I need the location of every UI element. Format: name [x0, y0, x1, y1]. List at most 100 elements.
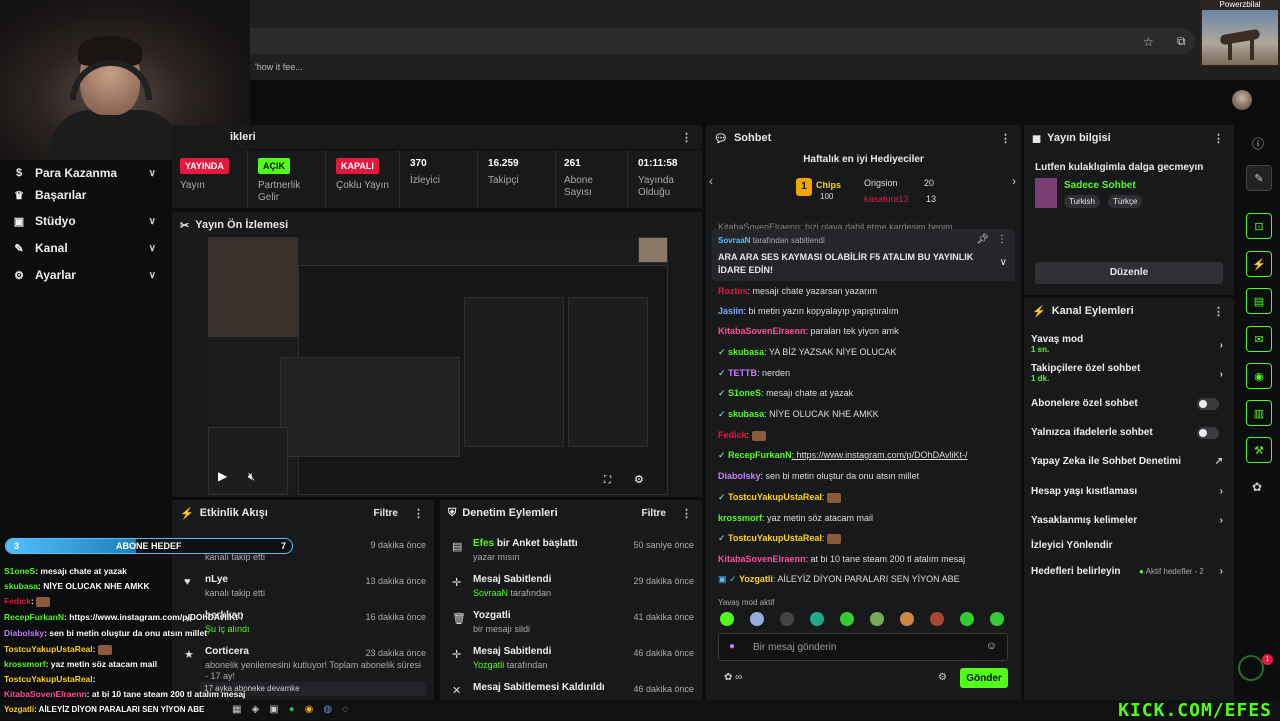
action-goals[interactable]: Hedefleri belirleyin ● Aktif hedefler - 2… [1031, 566, 1227, 577]
stream-info-panel: ◼ Yayın bilgisi ⋮ Lutfen kulaklıgimla dalg… [1024, 125, 1234, 295]
send-button[interactable]: Gönder [960, 668, 1008, 688]
avatar[interactable] [1232, 90, 1252, 110]
mute-icon[interactable]: 🔇︎ [248, 471, 255, 484]
settings-icon[interactable]: ⚙ [634, 473, 644, 486]
wrench-icon[interactable]: ⚒ [1246, 437, 1272, 463]
action-followers-only[interactable]: Takipçilere özel sohbet 1 dk. › [1031, 363, 1227, 383]
action-banned-words[interactable]: Yasaklanmış kelimeler › [1031, 515, 1227, 526]
emote-icon[interactable] [930, 612, 944, 626]
dashboard-topbar [250, 80, 1280, 122]
channel-icon: ✎ [14, 242, 24, 255]
chat-icon[interactable]: ✉ [1246, 326, 1272, 352]
bookmark-item[interactable]: 'how it fee... [255, 62, 303, 72]
play-icon[interactable]: ▶ [218, 469, 227, 483]
nav-item-ayarlar[interactable]: ⚙ Ayarlar ∨ [0, 262, 170, 288]
pin-icon[interactable]: 📌︎ [976, 234, 989, 245]
overlay-chat-line: TostcuYakupUstaReal: [4, 674, 96, 684]
bolt-icon[interactable]: ⚡ [1246, 251, 1272, 277]
pinned-message[interactable]: SovraaN tarafından sabitlendi ARA ARA SE… [712, 229, 1015, 281]
chat-message: Diabolsky: sen bi metin oluştur da onu a… [718, 471, 920, 481]
app-icon[interactable]: ▦ [232, 704, 241, 715]
nav-item-studyo[interactable]: ▣ Stüdyo ∨ [0, 208, 170, 234]
action-emotes-only[interactable]: Yalnızca ifadelerle sohbet [1031, 427, 1227, 439]
star-icon[interactable]: ☆ [1143, 35, 1154, 49]
toggle-switch[interactable] [1197, 398, 1219, 410]
kick-orb-icon[interactable] [1238, 655, 1264, 681]
action-slow-mode[interactable]: Yavaş mod 1 sn. › [1031, 334, 1227, 354]
more-icon[interactable]: ⋮ [413, 507, 424, 520]
overlay-chat-line: TostcuYakupUstaReal: [4, 644, 112, 655]
tag[interactable]: Turkish [1064, 195, 1100, 208]
emote-icon[interactable] [900, 612, 914, 626]
more-icon[interactable]: ⋮ [1213, 132, 1224, 145]
category-link[interactable]: Sadece Sohbet [1064, 180, 1136, 191]
browser-icon[interactable]: ◉ [305, 704, 314, 715]
action-ai-moderation[interactable]: Yapay Zeka ile Sohbet Denetimi ↗ [1031, 456, 1227, 467]
emote-icon[interactable] [750, 612, 764, 626]
clip-icon[interactable]: ⊡ [1246, 213, 1272, 239]
chevron-right-icon[interactable]: › [1012, 174, 1016, 188]
action-account-age[interactable]: Hesap yaşı kısıtlaması › [1031, 486, 1227, 497]
action-subscribers-only[interactable]: Abonelere özel sohbet [1031, 398, 1227, 410]
chevron-left-icon[interactable]: ‹ [709, 174, 713, 188]
stat-izleyici: 370 İzleyici [402, 150, 478, 208]
apps-icon[interactable]: ✿ [1252, 480, 1262, 494]
extensions-icon[interactable]: ⧉ [1177, 34, 1186, 49]
chat-input[interactable]: ● Bir mesaj gönderin ☺ [718, 633, 1008, 661]
emote-bar [720, 612, 1010, 628]
filter-button[interactable]: Filtre [374, 508, 398, 519]
spotify-icon[interactable]: ● [289, 704, 295, 715]
info-icon[interactable]: ⓘ [1252, 135, 1264, 152]
chat-message: ✓ skubasa: YA BİZ YAZSAK NİYE OLUCAK [718, 347, 897, 357]
pip-label: Powerzbilal [1219, 0, 1261, 9]
layout-icon[interactable]: ▥ [1246, 400, 1272, 426]
emote-icon[interactable] [960, 612, 974, 626]
emote-icon[interactable] [720, 612, 734, 626]
app-icon[interactable]: ◈ [251, 704, 259, 715]
chat-message: Rozbis: mesajı chate yazarsan yazarım [718, 286, 878, 296]
stat-abone: 261 Abone Sayısı [556, 150, 628, 208]
overlay-chat-line: skubasa: NİYE OLUCAK NHE AMKK [4, 581, 150, 591]
emote-icon [36, 596, 51, 607]
mod-item: ✛ Mesaj Sabitlendi SovraaN tarafından 29 da… [452, 574, 694, 598]
chat-message: KitabaSovenElraenn: at bi 10 tane steam … [718, 554, 966, 564]
discord-icon[interactable]: ◍ [323, 704, 332, 715]
chevron-down-icon: ∨ [148, 167, 156, 179]
filter-button[interactable]: Filtre [642, 508, 666, 519]
trash-icon: 🗑︎ [452, 613, 466, 625]
more-icon[interactable]: ⋮ [1213, 305, 1224, 318]
more-icon[interactable]: ⋮ [681, 507, 692, 520]
emote-icon[interactable] [810, 612, 824, 626]
fullscreen-icon[interactable]: ⛶ [604, 475, 611, 486]
emoji-icon[interactable]: ☺ [986, 640, 997, 652]
app-icon[interactable]: ▣ [269, 704, 278, 715]
stat-yayinda-sure: 01:11:58 Yayında Olduğu [638, 158, 678, 198]
address-bar[interactable] [250, 28, 1195, 54]
emote-icon[interactable] [780, 612, 794, 626]
app-icon[interactable]: ◌ [342, 704, 348, 715]
edit-button[interactable]: Düzenle [1035, 262, 1223, 284]
pencil-icon[interactable]: ✎ [1246, 165, 1272, 191]
gear-icon: ⚙ [14, 269, 24, 282]
side-navigation: $ Para Kazanma ∨ ♛ Başarılar ▣ Stüdyo ∨ ✎ Kana… [0, 160, 170, 290]
gear-icon[interactable]: ⚙ [938, 672, 947, 683]
chevron-down-icon[interactable]: ∨ [1000, 257, 1007, 268]
nav-item-basarilar[interactable]: ♛ Başarılar [0, 182, 170, 208]
studio-icon: ▣ [13, 215, 25, 228]
toggle-switch[interactable] [1197, 427, 1219, 439]
broadcast-icon[interactable]: ◉ [1246, 363, 1272, 389]
more-icon[interactable]: ⋮ [681, 131, 692, 144]
nav-item-kanal[interactable]: ✎ Kanal ∨ [0, 235, 170, 261]
emote-icon[interactable] [870, 612, 884, 626]
tag[interactable]: Türkçe [1108, 195, 1143, 208]
more-icon[interactable]: ⋮ [1000, 132, 1011, 145]
emote-icon[interactable] [990, 612, 1004, 626]
stream-preview-video[interactable]: ▶ 🔇︎ ⛶ ⚙ [208, 237, 668, 495]
emote-icon [826, 492, 841, 503]
document-icon[interactable]: ▤ [1246, 288, 1272, 314]
action-raid[interactable]: İzleyici Yönlendir [1031, 540, 1227, 551]
mic-icon[interactable]: ● [729, 641, 735, 652]
badges-icon[interactable]: ✿ ∞ [724, 672, 742, 683]
more-icon[interactable]: ⋮ [997, 234, 1007, 245]
emote-icon[interactable] [840, 612, 854, 626]
